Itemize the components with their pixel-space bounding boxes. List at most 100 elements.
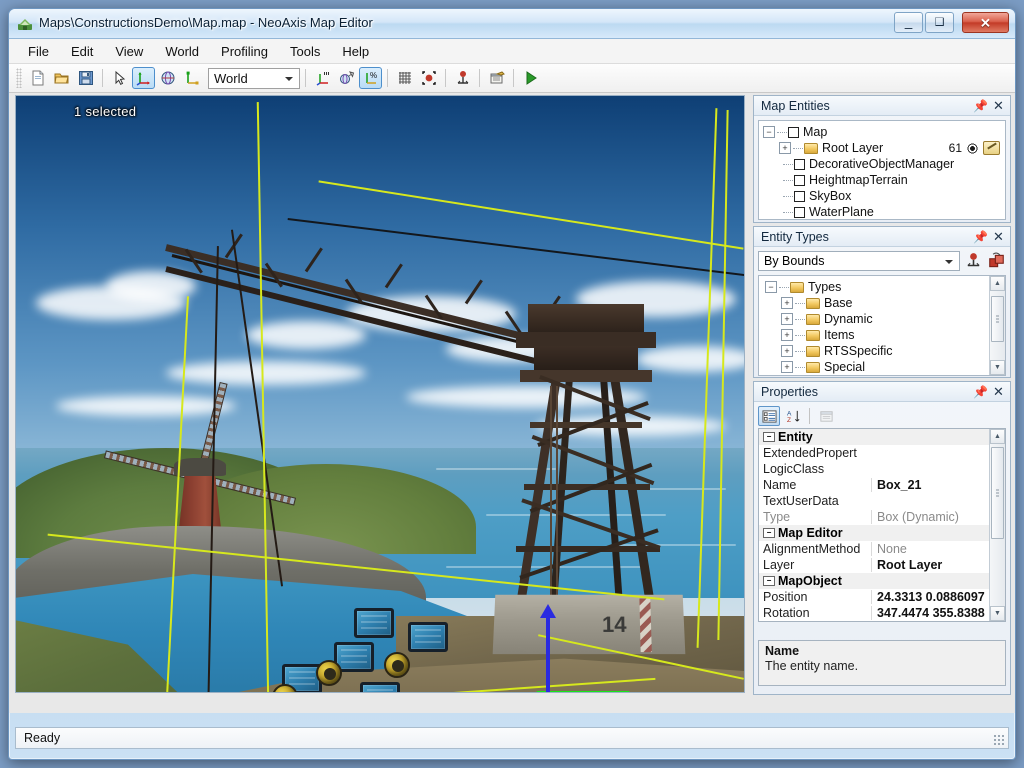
property-row[interactable]: ExtendedPropert [759, 445, 1005, 461]
show-grid-button[interactable] [393, 67, 416, 89]
property-row-rotation[interactable]: Rotation 347.4474 355.8388 [759, 605, 1005, 621]
checkbox[interactable] [788, 126, 799, 138]
property-value[interactable]: 24.3313 0.0886097 [871, 590, 1005, 604]
expander-icon[interactable]: + [781, 345, 793, 357]
barrel-wheel-object[interactable] [384, 652, 410, 678]
close-button[interactable]: ✕ [962, 12, 1009, 33]
expander-icon[interactable]: − [763, 126, 775, 138]
expander-icon[interactable]: − [763, 528, 775, 538]
run-simulation-button[interactable] [519, 67, 542, 89]
menu-item-world[interactable]: World [154, 40, 210, 63]
edit-pencil-icon[interactable] [983, 141, 1000, 155]
alphabetical-sort-button[interactable]: A Z [782, 406, 804, 426]
scrollbar-thumb[interactable] [991, 296, 1004, 342]
move-tool-button[interactable] [132, 67, 155, 89]
checkbox[interactable] [794, 206, 805, 218]
tree-node-waterplane[interactable]: WaterPlane [759, 204, 1005, 219]
close-icon[interactable]: ✕ [991, 384, 1006, 399]
maximize-button[interactable]: ❑ [925, 12, 954, 33]
tree-node-map[interactable]: − Map [759, 124, 1005, 140]
menu-item-view[interactable]: View [104, 40, 154, 63]
close-icon[interactable]: ✕ [991, 98, 1006, 113]
resize-grip-icon[interactable] [993, 734, 1005, 746]
tree-node-base[interactable]: + Base [759, 295, 1005, 311]
barrel-wheel-object[interactable] [316, 660, 342, 686]
properties-scrollbar[interactable]: ▲ ▼ [989, 429, 1005, 621]
property-row[interactable]: TextUserData [759, 493, 1005, 509]
expander-icon[interactable]: + [779, 142, 791, 154]
tree-node-heightmap-terrain[interactable]: HeightmapTerrain [759, 172, 1005, 188]
rotate-tool-button[interactable] [156, 67, 179, 89]
tree-node-dynamic[interactable]: + Dynamic [759, 311, 1005, 327]
snap-move-button[interactable] [311, 67, 334, 89]
scroll-up-icon[interactable]: ▲ [990, 276, 1005, 291]
attach-object-button[interactable] [451, 67, 474, 89]
expander-icon[interactable]: + [781, 329, 793, 341]
property-value[interactable]: Root Layer [871, 558, 1005, 572]
tree-node-items[interactable]: + Items [759, 327, 1005, 343]
property-row-name[interactable]: Name Box_21 [759, 477, 1005, 493]
map-entities-tree[interactable]: − Map + Root Layer 61 DecorativeObjectMa… [758, 120, 1006, 220]
property-row[interactable]: LogicClass [759, 461, 1005, 477]
property-category-row[interactable]: − Map Editor [759, 525, 1005, 541]
property-category-row[interactable]: − Entity [759, 429, 1005, 445]
menu-item-edit[interactable]: Edit [60, 40, 104, 63]
expander-icon[interactable]: + [781, 297, 793, 309]
expander-icon[interactable]: − [765, 281, 777, 293]
properties-grid[interactable]: − Entity ExtendedPropert LogicClass Name… [758, 428, 1006, 622]
create-entity-icon[interactable] [964, 252, 983, 270]
crate-object[interactable] [354, 608, 394, 638]
property-pages-button[interactable] [815, 406, 837, 426]
property-row-position[interactable]: Position 24.3313 0.0886097 [759, 589, 1005, 605]
tree-node-rtsspecific[interactable]: + RTSSpecific [759, 343, 1005, 359]
minimize-button[interactable]: – [894, 12, 923, 34]
entity-types-tree[interactable]: − Types + Base + Dynamic + Items + RTSSp… [758, 275, 1006, 376]
crate-object[interactable] [408, 622, 448, 652]
expander-icon[interactable]: + [781, 361, 793, 373]
show-bounds-button[interactable] [417, 67, 440, 89]
object-properties-button[interactable] [485, 67, 508, 89]
pin-icon[interactable]: 📌 [973, 98, 988, 113]
toolbar-grip[interactable] [16, 68, 22, 88]
property-category-row[interactable]: − MapObject [759, 573, 1005, 589]
checkbox[interactable] [794, 174, 805, 186]
close-icon[interactable]: ✕ [991, 229, 1006, 244]
gizmo-axis-z[interactable] [546, 614, 550, 692]
menu-item-help[interactable]: Help [331, 40, 380, 63]
tree-node-skybox[interactable]: SkyBox [759, 188, 1005, 204]
viewport-3d[interactable]: 14 1 selected [15, 95, 745, 693]
tree-node-root-layer[interactable]: + Root Layer 61 [759, 140, 1005, 156]
save-document-button[interactable] [74, 67, 97, 89]
scroll-up-icon[interactable]: ▲ [990, 429, 1005, 444]
entity-options-icon[interactable] [987, 252, 1006, 270]
crate-object[interactable] [360, 682, 400, 692]
expander-icon[interactable]: − [763, 432, 775, 442]
scrollbar-thumb[interactable] [991, 447, 1004, 539]
property-value[interactable]: 347.4474 355.8388 [871, 606, 1005, 620]
entity-types-scrollbar[interactable]: ▲ ▼ [989, 276, 1005, 375]
open-document-button[interactable] [50, 67, 73, 89]
tree-node-decorative-object-manager[interactable]: DecorativeObjectManager [759, 156, 1005, 172]
crane-tower[interactable] [486, 304, 686, 626]
expander-icon[interactable]: + [781, 313, 793, 325]
visibility-eye-icon[interactable] [966, 142, 979, 154]
property-value[interactable]: None [871, 542, 1005, 556]
pin-icon[interactable]: 📌 [973, 229, 988, 244]
tree-node-special[interactable]: + Special [759, 359, 1005, 375]
menu-item-tools[interactable]: Tools [279, 40, 331, 63]
tree-node-types[interactable]: − Types [759, 279, 1005, 295]
entity-filter-dropdown[interactable]: By Bounds [758, 251, 960, 271]
snap-scale-button[interactable]: % [359, 67, 382, 89]
snap-rotate-button[interactable] [335, 67, 358, 89]
pin-icon[interactable]: 📌 [973, 384, 988, 399]
scroll-down-icon[interactable]: ▼ [990, 606, 1005, 621]
menu-item-profiling[interactable]: Profiling [210, 40, 279, 63]
scroll-down-icon[interactable]: ▼ [990, 360, 1005, 375]
coordinate-space-dropdown[interactable]: World [208, 67, 300, 89]
property-row-type[interactable]: Type Box (Dynamic) [759, 509, 1005, 525]
property-value[interactable]: Box_21 [871, 478, 1005, 492]
categorized-view-button[interactable] [758, 406, 780, 426]
checkbox[interactable] [794, 158, 805, 170]
expander-icon[interactable]: − [763, 576, 775, 586]
tree-node-staticobjects[interactable]: + StaticObjects [759, 375, 1005, 376]
